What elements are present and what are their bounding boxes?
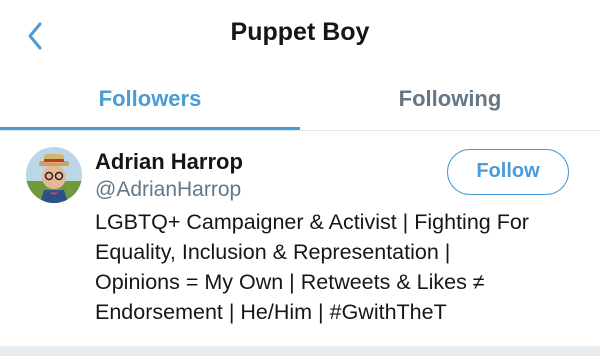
header: Puppet Boy <box>0 0 600 70</box>
tab-followers[interactable]: Followers <box>0 70 300 130</box>
tab-following-label: Following <box>398 86 502 111</box>
tab-bar: Followers Following <box>0 70 600 131</box>
list-divider <box>0 346 600 356</box>
user-handle: @AdrianHarrop <box>95 178 242 201</box>
follow-button[interactable]: Follow <box>447 149 569 195</box>
tab-following[interactable]: Following <box>300 70 600 130</box>
active-tab-indicator <box>0 127 300 130</box>
bio-line: Opinions = My Own | Retweets & Likes ≠ <box>95 270 485 294</box>
bio-line: Endorsement | He/Him | #GwithTheT <box>95 300 447 324</box>
avatar[interactable] <box>26 147 82 203</box>
user-name[interactable]: Adrian Harrop <box>95 149 243 175</box>
user-bio: LGBTQ+ Campaigner & Activist | Fighting … <box>95 207 585 327</box>
bio-line: Equality, Inclusion & Representation | <box>95 240 451 264</box>
list-item[interactable]: Adrian Harrop @AdrianHarrop Follow LGBTQ… <box>0 131 600 346</box>
bio-line: LGBTQ+ Campaigner & Activist | Fighting … <box>95 210 529 234</box>
page-title: Puppet Boy <box>230 18 370 46</box>
tab-followers-label: Followers <box>98 86 202 111</box>
